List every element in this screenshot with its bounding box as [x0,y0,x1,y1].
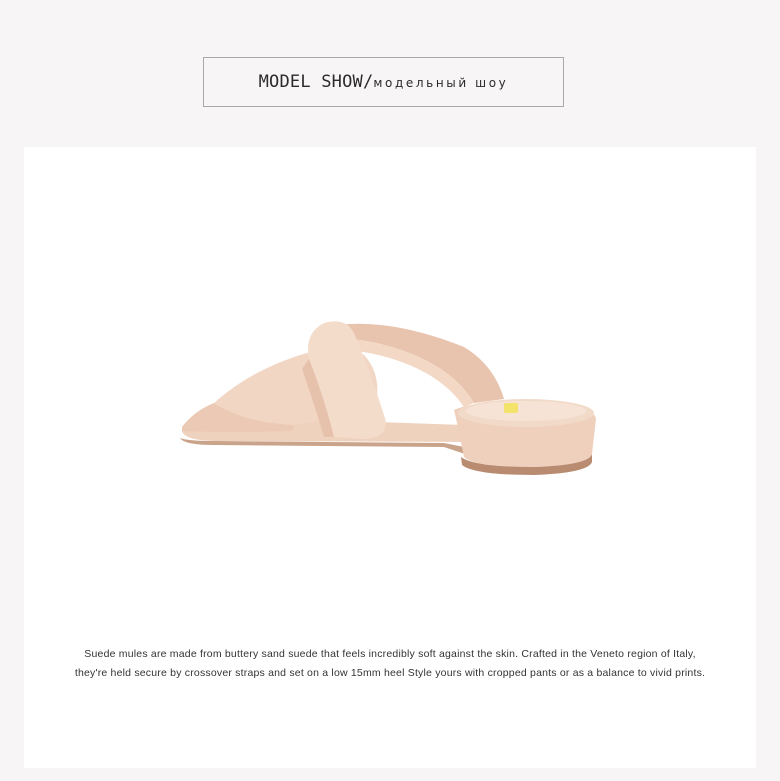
section-title: MODEL SHOW/модельный шоу [259,72,509,92]
brand-logo-mark [504,403,518,413]
sandal-illustration [180,321,596,475]
description-line-2: they're held secure by crossover straps … [74,667,706,679]
suede-mule-sandal-image [174,307,614,487]
section-title-ru: модельный шоу [373,76,509,90]
product-description: Suede mules are made from buttery sand s… [24,645,756,683]
section-header: MODEL SHOW/модельный шоу [203,57,564,107]
heel-cup-inner [466,401,586,421]
section-title-en: MODEL SHOW/ [258,72,374,92]
description-line-1: Suede mules are made from buttery sand s… [84,648,696,660]
product-image-card: Suede mules are made from buttery sand s… [24,147,756,768]
